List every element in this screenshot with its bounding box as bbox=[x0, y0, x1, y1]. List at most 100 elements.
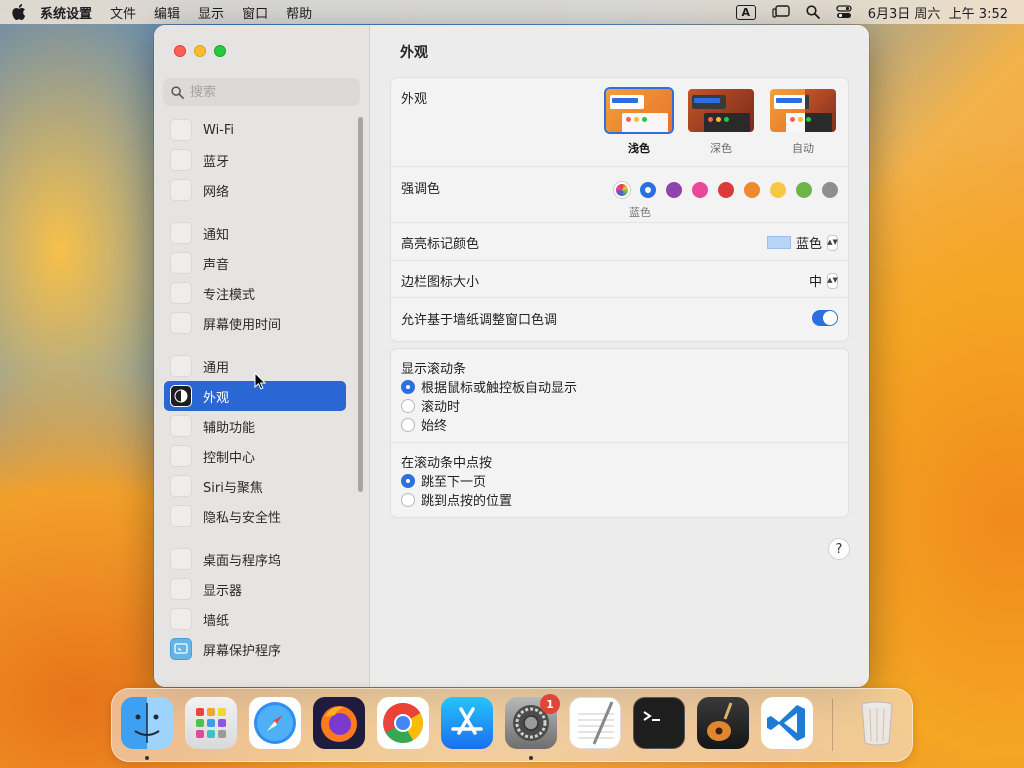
accent-pink-swatch[interactable] bbox=[692, 182, 708, 198]
stage-manager-icon[interactable] bbox=[772, 5, 790, 19]
sidebar-item-screensaver[interactable]: 屏幕保护程序 bbox=[164, 634, 346, 664]
sidebar-icon-size-label: 边栏图标大小 bbox=[401, 275, 480, 290]
terminal-icon[interactable] bbox=[633, 697, 685, 749]
launchpad-icon[interactable] bbox=[185, 697, 237, 749]
accent-graphite-swatch[interactable] bbox=[822, 182, 838, 198]
accent-orange-swatch[interactable] bbox=[744, 182, 760, 198]
scrollbars-option-always[interactable]: 始终 bbox=[401, 415, 838, 434]
sidebar-item-siri-spotlight[interactable]: Siri与聚焦 bbox=[164, 471, 346, 501]
wallpaper-tint-toggle[interactable] bbox=[812, 310, 838, 326]
finder-icon[interactable] bbox=[121, 697, 173, 749]
garageband-icon[interactable] bbox=[697, 697, 749, 749]
show-scrollbars-label: 显示滚动条 bbox=[401, 362, 467, 377]
accent-blue-swatch[interactable] bbox=[640, 182, 656, 198]
search-icon bbox=[171, 85, 184, 99]
sidebar-item-label: 声音 bbox=[203, 257, 230, 273]
zoom-window-button[interactable] bbox=[214, 45, 226, 57]
minimize-window-button[interactable] bbox=[194, 45, 206, 57]
close-window-button[interactable] bbox=[174, 45, 186, 57]
firefox-icon[interactable] bbox=[313, 697, 365, 749]
trash-icon[interactable] bbox=[851, 697, 903, 749]
click-scrollbar-row: 在滚动条中点按 跳至下一页 跳到点按的位置 bbox=[391, 443, 848, 518]
sidebar-item-label: 辅助功能 bbox=[203, 420, 256, 436]
safari-icon[interactable] bbox=[249, 697, 301, 749]
settings-notification-badge: 1 bbox=[540, 694, 560, 714]
accent-green-swatch[interactable] bbox=[796, 182, 812, 198]
sidebar-search[interactable] bbox=[163, 78, 360, 106]
appearance-option-light[interactable]: 浅色 bbox=[604, 87, 674, 156]
appearance-option-caption: 深色 bbox=[710, 142, 732, 155]
sidebar-item-network[interactable]: 网络 bbox=[164, 175, 346, 205]
appearance-row: 外观 浅色 深色 自动 bbox=[391, 78, 848, 167]
sidebar-item-control-center[interactable]: 控制中心 bbox=[164, 441, 346, 471]
textedit-icon[interactable] bbox=[569, 697, 621, 749]
control-center-icon[interactable] bbox=[836, 5, 852, 19]
sidebar-item-wallpaper[interactable]: 墙纸 bbox=[164, 604, 346, 634]
menu-help[interactable]: 帮助 bbox=[286, 3, 312, 22]
highlight-color-popup[interactable]: 蓝色 ▲▼ bbox=[766, 233, 838, 252]
sidebar-scrollbar[interactable] bbox=[358, 117, 363, 492]
menu-file[interactable]: 文件 bbox=[110, 3, 136, 22]
appearance-option-auto[interactable]: 自动 bbox=[768, 87, 838, 156]
control-center-icon bbox=[170, 445, 192, 467]
menu-app-name[interactable]: 系统设置 bbox=[40, 3, 92, 22]
sidebar-item-displays[interactable]: 显示器 bbox=[164, 574, 346, 604]
light-mode-preview bbox=[604, 87, 674, 134]
accent-purple-swatch[interactable] bbox=[666, 182, 682, 198]
menu-edit[interactable]: 编辑 bbox=[154, 3, 180, 22]
menu-bar: 系统设置 文件 编辑 显示 窗口 帮助 A 6月3日 周六 上午 3:52 bbox=[0, 0, 1024, 24]
accent-red-swatch[interactable] bbox=[718, 182, 734, 198]
sidebar-item-label: 屏幕保护程序 bbox=[203, 643, 282, 659]
sidebar: Wi-Fi 蓝牙 网络 通知 声音 专注模式 屏幕使用时间 通用 外观 辅助功能… bbox=[154, 25, 370, 687]
highlight-color-swatch bbox=[766, 236, 791, 249]
sidebar-item-wifi[interactable]: Wi-Fi bbox=[164, 115, 346, 145]
page-title: 外观 bbox=[400, 45, 428, 61]
sidebar-item-sound[interactable]: 声音 bbox=[164, 248, 346, 278]
sidebar-item-label: 隐私与安全性 bbox=[203, 510, 282, 526]
appearance-option-caption: 自动 bbox=[792, 142, 814, 155]
menubar-clock[interactable]: 6月3日 周六 上午 3:52 bbox=[868, 3, 1008, 22]
accent-selected-name: 蓝色 bbox=[629, 206, 651, 219]
up-down-chevron-icon: ▲▼ bbox=[827, 234, 838, 251]
highlight-color-row: 高亮标记颜色 蓝色 ▲▼ bbox=[391, 223, 848, 261]
mouse-cursor-icon bbox=[254, 371, 267, 394]
wallpaper-icon bbox=[170, 608, 192, 630]
spotlight-search-icon[interactable] bbox=[806, 5, 820, 19]
sidebar-item-notifications[interactable]: 通知 bbox=[164, 218, 346, 248]
sidebar-item-privacy[interactable]: 隐私与安全性 bbox=[164, 501, 346, 531]
scrollbars-option-when-scrolling[interactable]: 滚动时 bbox=[401, 396, 838, 415]
privacy-hand-icon bbox=[170, 505, 192, 527]
sidebar-item-screen-time[interactable]: 屏幕使用时间 bbox=[164, 308, 346, 338]
radio-label: 跳至下一页 bbox=[421, 475, 487, 490]
sidebar-item-bluetooth[interactable]: 蓝牙 bbox=[164, 145, 346, 175]
appearance-option-dark[interactable]: 深色 bbox=[686, 87, 756, 156]
app-store-icon[interactable] bbox=[441, 697, 493, 749]
radio-icon bbox=[401, 492, 415, 507]
menu-view[interactable]: 显示 bbox=[198, 3, 224, 22]
highlight-color-label: 高亮标记颜色 bbox=[401, 237, 480, 252]
sidebar-item-label: 专注模式 bbox=[203, 287, 256, 303]
help-button[interactable]: ? bbox=[828, 538, 850, 560]
scrollbars-option-auto[interactable]: 根据鼠标或触控板自动显示 bbox=[401, 377, 838, 396]
sidebar-icon-size-popup[interactable]: 中 ▲▼ bbox=[809, 271, 838, 290]
highlight-color-value: 蓝色 bbox=[795, 237, 822, 252]
accent-color-label: 强调色 bbox=[401, 182, 441, 197]
sidebar-item-focus[interactable]: 专注模式 bbox=[164, 278, 346, 308]
accent-yellow-swatch[interactable] bbox=[770, 182, 786, 198]
sidebar-item-accessibility[interactable]: 辅助功能 bbox=[164, 411, 346, 441]
chrome-icon[interactable] bbox=[377, 697, 429, 749]
click-option-jump-to-spot[interactable]: 跳到点按的位置 bbox=[401, 490, 838, 509]
wifi-icon bbox=[170, 119, 192, 141]
accent-multicolor-swatch[interactable] bbox=[614, 182, 630, 198]
vscode-icon[interactable] bbox=[761, 697, 813, 749]
menu-window[interactable]: 窗口 bbox=[242, 3, 268, 22]
click-option-next-page[interactable]: 跳至下一页 bbox=[401, 471, 838, 490]
sidebar-item-label: 屏幕使用时间 bbox=[203, 317, 282, 333]
apple-menu-icon[interactable] bbox=[12, 4, 26, 20]
input-source-indicator[interactable]: A bbox=[735, 4, 756, 20]
sidebar-item-label: 显示器 bbox=[203, 583, 243, 599]
sidebar-item-desktop-dock[interactable]: 桌面与程序坞 bbox=[164, 544, 346, 574]
search-input[interactable] bbox=[190, 84, 350, 100]
bluetooth-icon bbox=[170, 149, 192, 171]
sidebar-item-label: Wi-Fi bbox=[203, 122, 235, 138]
